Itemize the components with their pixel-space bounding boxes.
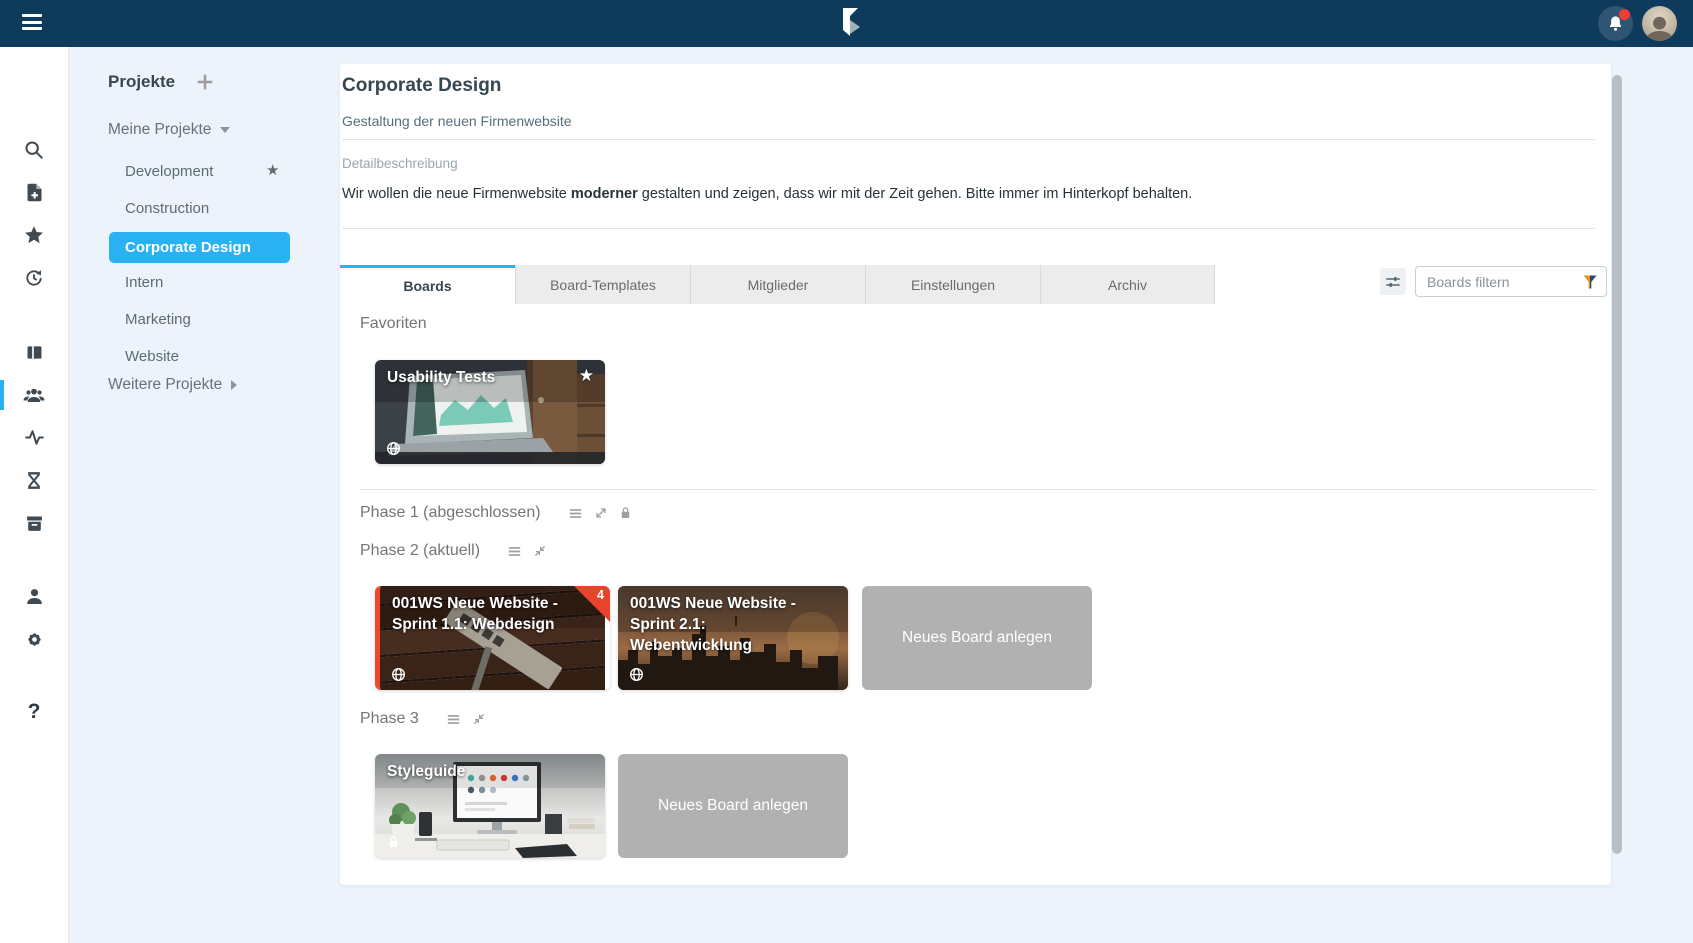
favorites-star-icon[interactable] bbox=[0, 218, 68, 252]
board-title: 001WS Neue Website - Sprint 1.1: Webdesi… bbox=[392, 594, 592, 636]
page-title: Corporate Design bbox=[342, 75, 501, 97]
tab-einstellungen[interactable]: Einstellungen bbox=[865, 265, 1040, 304]
plus-icon bbox=[194, 71, 216, 93]
boards-filter-field bbox=[1415, 266, 1607, 297]
sidebar-item-intern[interactable]: Intern bbox=[125, 274, 163, 291]
section-phase2-header: Phase 2 (aktuell) bbox=[360, 542, 548, 560]
board-title: Styleguide bbox=[387, 762, 587, 783]
notification-corner-badge bbox=[574, 586, 610, 622]
divider bbox=[360, 489, 1595, 490]
profile-icon[interactable] bbox=[0, 579, 68, 613]
tab-board-templates[interactable]: Board-Templates bbox=[515, 265, 690, 304]
board-title: Usability Tests bbox=[387, 368, 587, 389]
app-logo bbox=[838, 7, 862, 40]
tune-icon bbox=[1384, 273, 1402, 291]
collapse-icon[interactable] bbox=[471, 711, 487, 727]
collapse-icon[interactable] bbox=[532, 543, 548, 559]
add-project-button[interactable] bbox=[194, 71, 216, 93]
create-document-icon[interactable] bbox=[0, 175, 68, 209]
time-tracking-icon[interactable] bbox=[0, 463, 68, 497]
divider bbox=[342, 228, 1595, 229]
boards-filter-input[interactable] bbox=[1416, 267, 1587, 296]
projects-title: Projekte bbox=[108, 72, 175, 92]
divider bbox=[342, 139, 1595, 140]
top-bar bbox=[0, 0, 1693, 47]
list-icon[interactable] bbox=[506, 543, 523, 560]
globe-icon bbox=[386, 441, 401, 456]
expand-icon[interactable] bbox=[593, 505, 609, 521]
sidebar-item-marketing[interactable]: Marketing bbox=[125, 311, 191, 328]
list-icon[interactable] bbox=[445, 711, 462, 728]
notification-bell-button[interactable] bbox=[1598, 6, 1633, 41]
project-group-my[interactable]: Meine Projekte bbox=[108, 121, 230, 139]
app-root: ? Projekte Meine Projekte Development ★ … bbox=[0, 0, 1693, 943]
section-title: Phase 2 (aktuell) bbox=[360, 542, 480, 560]
detail-description-label: Detailbeschreibung bbox=[342, 156, 458, 171]
section-title: Phase 3 bbox=[360, 710, 419, 728]
new-board-button[interactable]: Neues Board anlegen bbox=[618, 754, 848, 858]
settings-gear-icon[interactable] bbox=[0, 622, 68, 656]
section-phase1-header: Phase 1 (abgeschlossen) bbox=[360, 504, 633, 522]
activity-icon[interactable] bbox=[0, 420, 68, 454]
section-title: Phase 1 (abgeschlossen) bbox=[360, 504, 541, 522]
user-avatar[interactable] bbox=[1642, 6, 1677, 41]
tab-archiv[interactable]: Archiv bbox=[1040, 265, 1215, 304]
notification-dot bbox=[1619, 9, 1630, 20]
main-panel: Corporate Design Gestaltung der neuen Fi… bbox=[340, 64, 1611, 885]
sidebar-item-website[interactable]: Website bbox=[125, 348, 179, 365]
globe-icon bbox=[391, 667, 406, 682]
board-card-sprint-2-1[interactable]: 001WS Neue Website - Sprint 2.1: Webentw… bbox=[618, 586, 848, 690]
boards-columns-icon[interactable] bbox=[0, 335, 68, 369]
help-icon[interactable]: ? bbox=[0, 695, 68, 729]
section-phase3-header: Phase 3 bbox=[360, 710, 487, 728]
tab-boards[interactable]: Boards bbox=[340, 265, 515, 304]
vertical-scrollbar[interactable] bbox=[1612, 75, 1622, 854]
project-star-icon[interactable]: ★ bbox=[266, 161, 279, 179]
board-card-usability-tests[interactable]: Usability Tests ★ bbox=[375, 360, 605, 464]
detail-description-text: Wir wollen die neue Firmenwebsite modern… bbox=[342, 186, 1192, 202]
history-icon[interactable] bbox=[0, 261, 68, 295]
sidebar-item-corporate-design-selected[interactable]: Corporate Design bbox=[109, 232, 290, 263]
archive-box-icon[interactable] bbox=[0, 506, 68, 540]
lock-icon[interactable] bbox=[618, 505, 633, 521]
globe-icon bbox=[629, 667, 644, 682]
icon-rail: ? bbox=[0, 47, 69, 943]
new-board-button[interactable]: Neues Board anlegen bbox=[862, 586, 1092, 690]
chevron-down-icon bbox=[220, 127, 230, 133]
badge-count: 4 bbox=[597, 588, 604, 602]
project-group-more[interactable]: Weitere Projekte bbox=[108, 376, 237, 394]
menu-icon[interactable] bbox=[22, 14, 42, 30]
board-card-styleguide[interactable]: Styleguide bbox=[375, 754, 605, 858]
tab-bar: Boards Board-Templates Mitglieder Einste… bbox=[340, 265, 1215, 304]
section-favorites-title: Favoriten bbox=[360, 315, 427, 333]
team-icon[interactable] bbox=[0, 378, 68, 412]
lock-icon bbox=[386, 834, 401, 850]
tab-mitglieder[interactable]: Mitglieder bbox=[690, 265, 865, 304]
list-icon[interactable] bbox=[567, 505, 584, 522]
board-card-sprint-1-1[interactable]: 001WS Neue Website - Sprint 1.1: Webdesi… bbox=[375, 586, 610, 690]
projects-panel: Projekte Meine Projekte Development ★ Co… bbox=[68, 47, 340, 943]
page-subtitle: Gestaltung der neuen Firmenwebsite bbox=[342, 113, 572, 129]
sidebar-item-development[interactable]: Development bbox=[125, 163, 213, 180]
favorite-star-icon[interactable]: ★ bbox=[579, 366, 594, 386]
filter-options-button[interactable] bbox=[1380, 268, 1406, 295]
sidebar-item-construction[interactable]: Construction bbox=[125, 200, 209, 217]
chevron-right-icon bbox=[231, 380, 237, 390]
board-title: 001WS Neue Website - Sprint 2.1: Webentw… bbox=[630, 594, 830, 657]
search-icon[interactable] bbox=[0, 133, 68, 167]
funnel-filter-icon[interactable] bbox=[1582, 274, 1598, 290]
